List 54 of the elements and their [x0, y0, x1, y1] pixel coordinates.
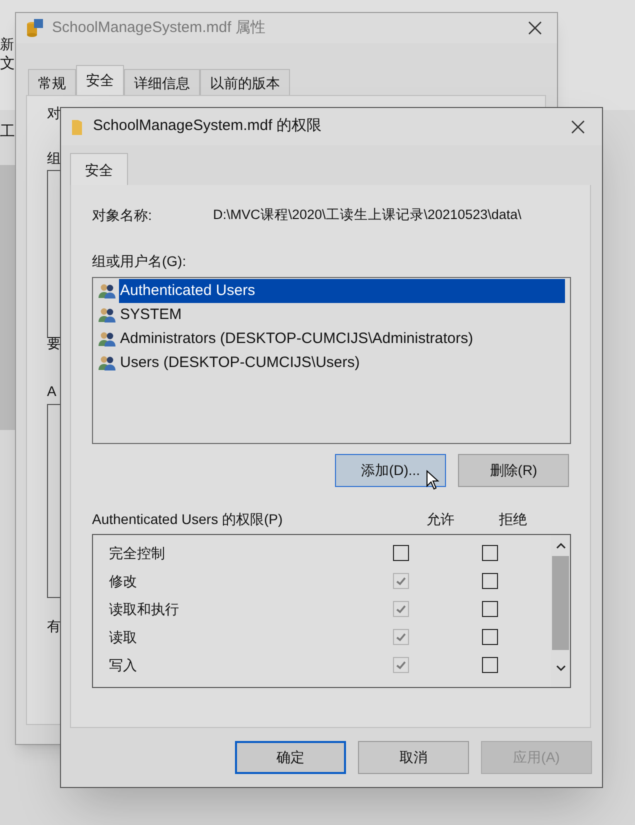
label-fragment: A: [47, 382, 56, 401]
permission-name: 完全控制: [108, 544, 166, 562]
window-title: SchoolManageSystem.mdf 属性: [52, 18, 266, 38]
user-item[interactable]: Administrators (DESKTOP-CUMCIJS\Administrators): [119, 327, 474, 351]
column-header: 允许: [426, 510, 456, 528]
tab[interactable]: 以前的版本: [200, 69, 290, 95]
users-icon: [98, 355, 116, 371]
user-button[interactable]: 删除(R): [458, 454, 569, 487]
desktop-text: 文: [0, 54, 15, 74]
user-button[interactable]: 添加(D)...: [335, 454, 446, 487]
label-fragment: 有: [47, 617, 61, 636]
label-fragment: 组: [47, 149, 61, 168]
permissions-label: Authenticated Users 的权限(P): [92, 510, 284, 529]
cursor-icon: [426, 470, 440, 490]
folder-icon: [71, 118, 83, 136]
deny-checkbox[interactable]: [482, 601, 498, 617]
user-item[interactable]: Authenticated Users: [119, 279, 565, 303]
permission-name: 修改: [108, 572, 138, 590]
deny-checkbox[interactable]: [482, 545, 498, 561]
scrollbar-thumb[interactable]: [552, 556, 569, 650]
check-icon: [395, 659, 407, 671]
permission-name: 写入: [108, 656, 138, 674]
users-icon: [98, 307, 116, 323]
allow-checkbox[interactable]: [393, 545, 409, 561]
desktop-text: 新: [0, 35, 14, 54]
tab[interactable]: 常规: [28, 69, 76, 95]
window-title: SchoolManageSystem.mdf 的权限: [93, 116, 322, 136]
dialog-button[interactable]: 确定: [235, 741, 346, 774]
check-icon: [395, 631, 407, 643]
object-name-value: D:\MVC课程\2020\工读生上课记录\20210523\data\: [213, 206, 522, 224]
close-icon[interactable]: [570, 118, 586, 134]
database-icon: [26, 18, 44, 38]
check-icon: [395, 575, 407, 587]
user-item[interactable]: SYSTEM: [119, 303, 183, 327]
tab[interactable]: 详细信息: [124, 69, 200, 95]
deny-checkbox[interactable]: [482, 573, 498, 589]
desktop-text: 工: [0, 122, 15, 142]
close-icon[interactable]: [527, 20, 543, 36]
group-label: 组或用户名(G):: [92, 252, 186, 271]
deny-checkbox[interactable]: [482, 657, 498, 673]
users-icon: [98, 283, 116, 299]
label-fragment: 对: [47, 104, 61, 123]
check-icon: [395, 603, 407, 615]
users-icon: [98, 331, 116, 347]
label-fragment: 要: [47, 334, 61, 353]
column-header: 拒绝: [498, 510, 528, 528]
dialog-button[interactable]: 取消: [358, 741, 469, 774]
permission-name: 读取和执行: [108, 600, 180, 618]
deny-checkbox[interactable]: [482, 629, 498, 645]
tab[interactable]: 安全: [76, 65, 124, 95]
tab[interactable]: 安全: [70, 153, 128, 185]
object-name-label: 对象名称:: [92, 206, 153, 224]
user-item[interactable]: Users (DESKTOP-CUMCIJS\Users): [119, 351, 361, 375]
permission-name: 读取: [108, 628, 138, 646]
